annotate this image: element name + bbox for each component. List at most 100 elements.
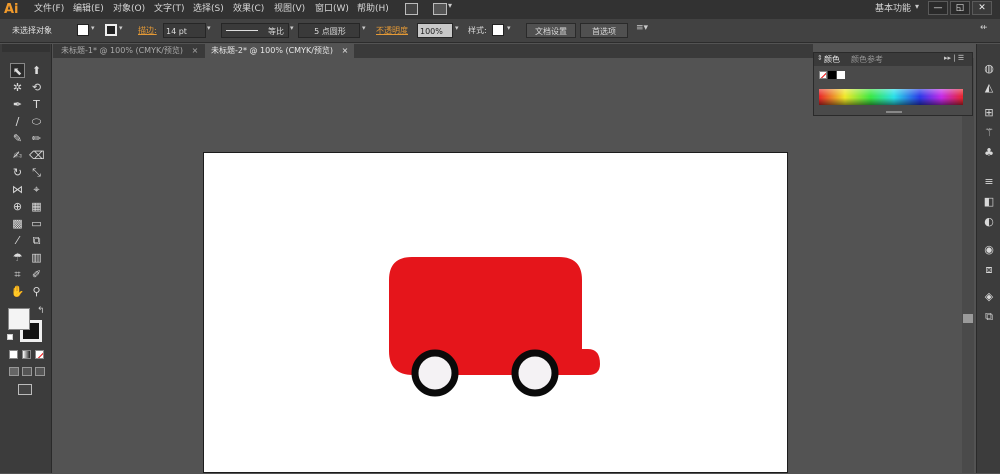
menu-object[interactable]: 对象(O) xyxy=(113,0,145,19)
graphic-styles-icon[interactable]: ⧈ xyxy=(981,263,997,277)
tab-document-1[interactable]: 未标题-1* @ 100% (CMYK/预览) × xyxy=(55,44,205,58)
appearance-icon[interactable]: ◉ xyxy=(981,243,997,257)
menu-effect[interactable]: 效果(C) xyxy=(233,0,264,19)
close-button[interactable]: ✕ xyxy=(972,1,992,15)
menu-select[interactable]: 选择(S) xyxy=(193,0,224,19)
menu-window[interactable]: 窗口(W) xyxy=(315,0,349,19)
chevron-down-icon[interactable]: ▾ xyxy=(207,24,211,32)
stroke-label[interactable]: 描边: xyxy=(138,23,157,38)
symbols-icon[interactable]: ♣ xyxy=(981,146,997,160)
bridge-icon[interactable] xyxy=(405,3,418,15)
line-tool-icon[interactable]: ∕ xyxy=(10,114,25,129)
shape-builder-icon[interactable]: ⊕ xyxy=(10,199,25,214)
screen-mode-icon[interactable] xyxy=(18,384,32,395)
fill-color-box[interactable] xyxy=(8,308,30,330)
menu-edit[interactable]: 编辑(E) xyxy=(73,0,104,19)
gradient-panel-icon[interactable]: ◧ xyxy=(981,195,997,209)
opacity-label[interactable]: 不透明度 xyxy=(376,23,408,38)
stroke-weight-field[interactable]: 14 pt xyxy=(163,23,206,38)
chevron-down-icon[interactable]: ▾ xyxy=(448,1,452,10)
artboards-icon[interactable]: ⧉ xyxy=(981,310,997,324)
color-spectrum[interactable] xyxy=(819,89,963,105)
white-swatch[interactable] xyxy=(837,71,845,79)
chevron-down-icon[interactable]: ▾ xyxy=(455,24,459,32)
preferences-button[interactable]: 首选项 xyxy=(580,23,628,38)
chevron-down-icon[interactable]: ▾ xyxy=(119,24,123,32)
color-guide-icon[interactable]: ◭ xyxy=(981,81,997,95)
close-icon[interactable]: × xyxy=(192,46,199,55)
align-icon[interactable]: ≡▾ xyxy=(636,23,648,33)
opacity-field[interactable]: 100% xyxy=(417,23,453,38)
stroke-panel-icon[interactable]: ≡ xyxy=(981,175,997,189)
expand-icon[interactable]: ⇕ xyxy=(817,54,823,62)
minimize-button[interactable]: — xyxy=(928,1,948,15)
symbol-sprayer-icon[interactable]: ☂ xyxy=(10,250,25,265)
artboard[interactable] xyxy=(203,152,788,473)
chevron-down-icon[interactable]: ▾ xyxy=(507,24,511,32)
perspective-grid-icon[interactable]: ▦ xyxy=(29,199,44,214)
blob-brush-icon[interactable]: ✍ xyxy=(10,148,25,163)
eyedropper-icon[interactable]: ⁄ xyxy=(10,233,25,248)
lasso-icon[interactable]: ⟲ xyxy=(29,80,44,95)
arrange-documents-icon[interactable] xyxy=(433,3,447,15)
car-wheel-rear[interactable] xyxy=(511,349,559,397)
brush-dropdown[interactable]: 5 点圆形 xyxy=(298,23,360,38)
eraser-icon[interactable]: ⌫ xyxy=(29,148,45,163)
close-icon[interactable]: × xyxy=(342,46,349,55)
paintbrush-icon[interactable]: ✎ xyxy=(10,131,25,146)
fill-swatch[interactable] xyxy=(77,24,89,36)
default-colors-icon[interactable] xyxy=(7,334,13,340)
none-swatch[interactable] xyxy=(819,71,827,79)
panel-menu-icon[interactable]: ▸▸ | ☰ xyxy=(944,54,964,62)
swap-colors-icon[interactable]: ↰ xyxy=(37,306,45,316)
tab-document-2[interactable]: 未标题-2* @ 100% (CMYK/预览) × xyxy=(205,44,355,58)
direct-selection-tool-icon[interactable]: ⬆ xyxy=(29,63,44,78)
blend-icon[interactable]: ⧉ xyxy=(29,233,44,248)
document-setup-button[interactable]: 文档设置 xyxy=(526,23,576,38)
tools-panel-header[interactable] xyxy=(2,44,50,52)
chevron-down-icon[interactable]: ▾ xyxy=(362,24,366,32)
column-graph-icon[interactable]: ▥ xyxy=(29,250,44,265)
chevron-down-icon[interactable]: ▾ xyxy=(91,24,95,32)
chevron-down-icon[interactable]: ▾ xyxy=(915,2,919,11)
menu-type[interactable]: 文字(T) xyxy=(154,0,185,19)
width-tool-icon[interactable]: ⋈ xyxy=(10,182,25,197)
free-transform-icon[interactable]: ⌖ xyxy=(29,182,44,197)
pen-tool-icon[interactable]: ✒ xyxy=(10,97,25,112)
black-swatch[interactable] xyxy=(828,71,836,79)
scale-icon[interactable]: ⤡ xyxy=(29,165,44,180)
swatches-icon[interactable]: ⊞ xyxy=(981,106,997,120)
type-tool-icon[interactable]: T xyxy=(29,97,44,112)
gradient-mode-icon[interactable] xyxy=(22,350,31,359)
zoom-icon[interactable]: ⚲ xyxy=(29,284,44,299)
magic-wand-icon[interactable]: ✲ xyxy=(10,80,25,95)
color-panel-icon[interactable]: ◍ xyxy=(981,62,997,76)
transparency-icon[interactable]: ◐ xyxy=(981,215,997,229)
brushes-icon[interactable]: ⚚ xyxy=(981,126,997,140)
ellipse-tool-icon[interactable]: ⬭ xyxy=(29,114,44,129)
stroke-swatch[interactable] xyxy=(105,24,117,36)
workspace-switcher[interactable]: 基本功能 xyxy=(875,0,911,19)
graphic-style-swatch[interactable] xyxy=(492,24,504,36)
car-wheel-front[interactable] xyxy=(411,349,459,397)
hand-icon[interactable]: ✋ xyxy=(10,284,25,299)
layers-icon[interactable]: ◈ xyxy=(981,290,997,304)
none-mode-icon[interactable] xyxy=(35,350,44,359)
menu-file[interactable]: 文件(F) xyxy=(34,0,64,19)
tab-color-guide[interactable]: 颜色参考 xyxy=(851,54,883,65)
color-mode-icon[interactable] xyxy=(9,350,18,359)
mesh-icon[interactable]: ▩ xyxy=(10,216,25,231)
restore-button[interactable]: ◱ xyxy=(950,1,970,15)
selection-tool-icon[interactable]: ⬉ xyxy=(10,63,25,78)
pencil-icon[interactable]: ✏ xyxy=(29,131,44,146)
rotate-icon[interactable]: ↻ xyxy=(10,165,25,180)
vertical-scrollbar[interactable] xyxy=(962,58,974,473)
draw-normal-icon[interactable] xyxy=(9,367,19,376)
slice-icon[interactable]: ✐ xyxy=(29,267,44,282)
artboard-icon[interactable]: ⌗ xyxy=(10,267,25,282)
scrollbar-thumb[interactable] xyxy=(963,314,973,323)
draw-behind-icon[interactable] xyxy=(22,367,32,376)
gradient-icon[interactable]: ▭ xyxy=(29,216,44,231)
chevron-down-icon[interactable]: ▾ xyxy=(290,24,294,32)
panel-resize-grip[interactable] xyxy=(886,111,902,113)
